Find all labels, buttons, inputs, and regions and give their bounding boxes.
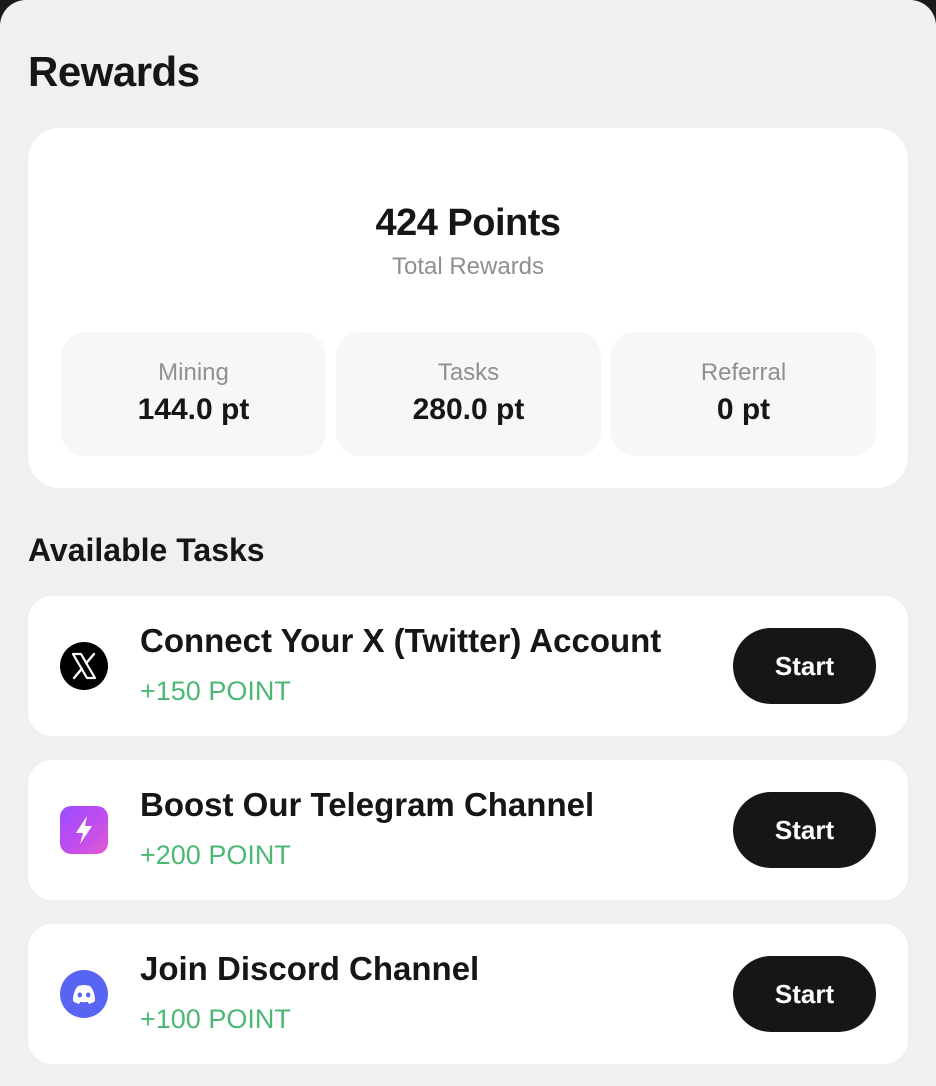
rewards-sheet: Rewards 424 Points Total Rewards Mining …: [0, 0, 936, 1086]
task-reward: +200 POINT: [140, 840, 291, 870]
task-title: Boost Our Telegram Channel: [140, 786, 595, 823]
total-points-value: 424 Points: [375, 202, 561, 244]
task-reward: +150 POINT: [140, 676, 291, 706]
x-twitter-icon: [60, 642, 108, 690]
stat-label: Referral: [700, 359, 787, 386]
stat-value: 144.0 pt: [137, 393, 250, 426]
telegram-boost-icon: [60, 806, 108, 854]
stat-label: Tasks: [437, 359, 500, 386]
start-button[interactable]: Start: [733, 792, 876, 868]
stat-mining: Mining 144.0 pt: [61, 332, 326, 456]
available-tasks-heading: Available Tasks: [28, 532, 265, 568]
task-card-telegram: Boost Our Telegram Channel +200 POINT St…: [28, 760, 908, 900]
start-button[interactable]: Start: [733, 628, 876, 704]
task-title: Connect Your X (Twitter) Account: [140, 622, 662, 659]
discord-icon: [60, 970, 108, 1018]
task-reward: +100 POINT: [140, 1004, 291, 1034]
stat-value: 280.0 pt: [412, 393, 525, 426]
task-card-twitter: Connect Your X (Twitter) Account +150 PO…: [28, 596, 908, 736]
page-title: Rewards: [28, 48, 200, 95]
start-button[interactable]: Start: [733, 956, 876, 1032]
task-title: Join Discord Channel: [140, 950, 480, 987]
stat-referral: Referral 0 pt: [611, 332, 876, 456]
stat-tasks: Tasks 280.0 pt: [336, 332, 601, 456]
stat-label: Mining: [158, 359, 229, 386]
task-card-discord: Join Discord Channel +100 POINT Start: [28, 924, 908, 1064]
total-rewards-label: Total Rewards: [391, 253, 545, 280]
stat-value: 0 pt: [716, 393, 771, 426]
